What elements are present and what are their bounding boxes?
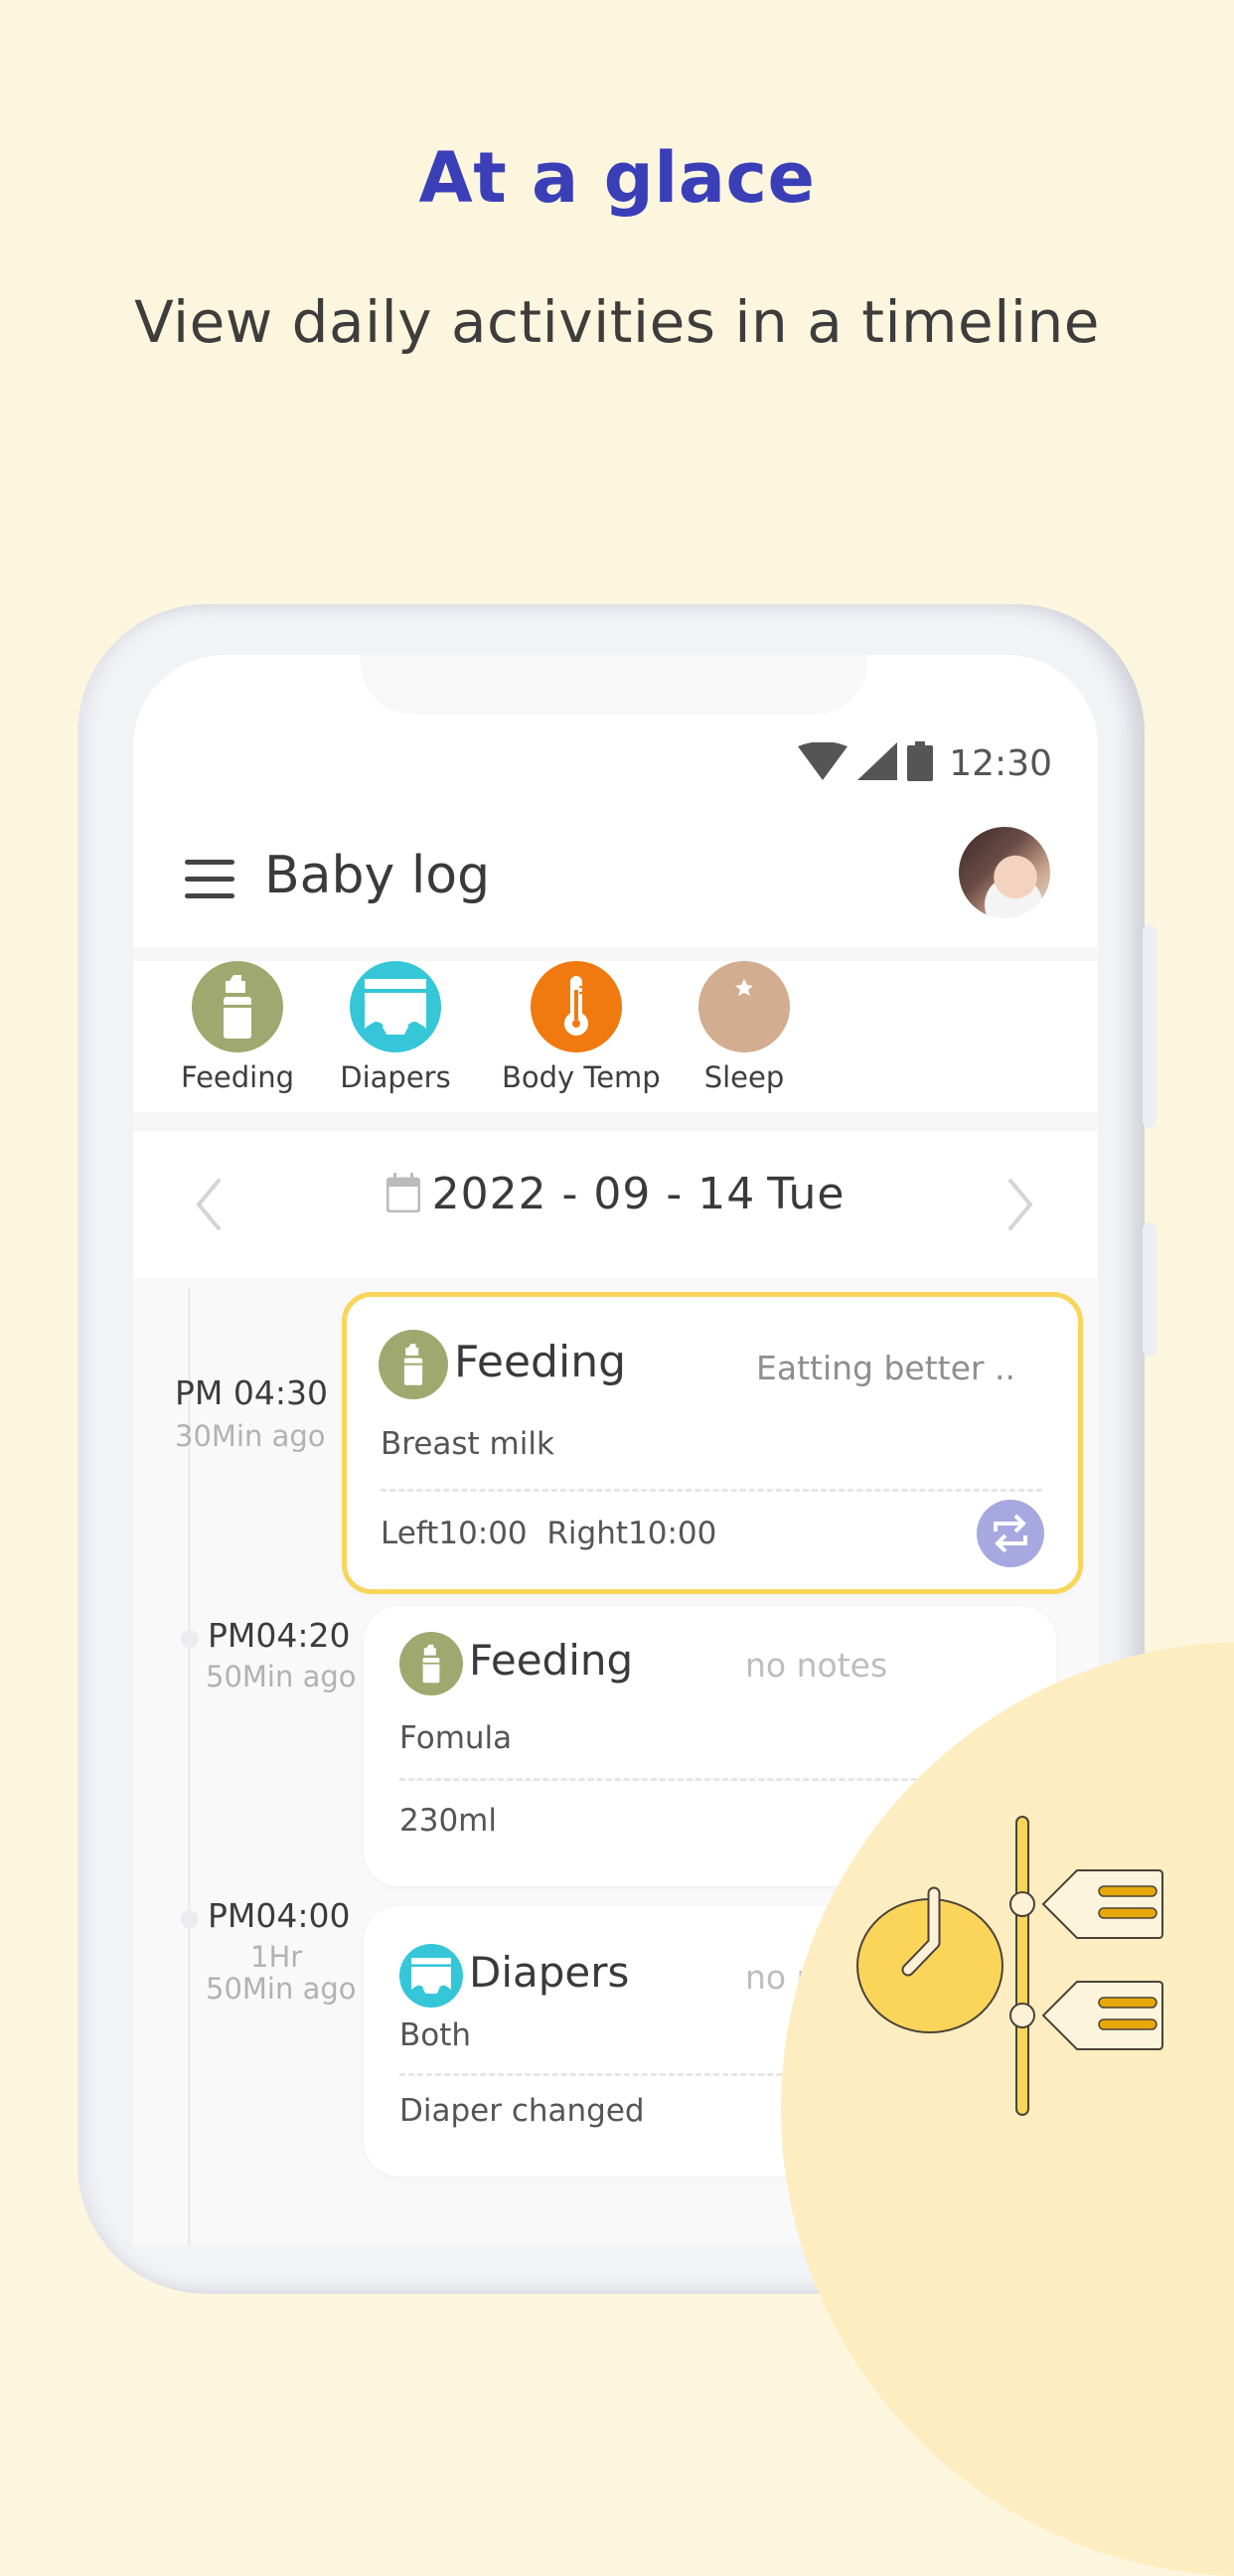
card-title: Feeding: [454, 1337, 627, 1387]
phone-side-button-volume: [1143, 924, 1157, 1128]
card-note: no notes: [745, 1646, 888, 1685]
phone-side-button-power: [1143, 1222, 1157, 1357]
avatar[interactable]: [959, 827, 1050, 918]
divider-band: [133, 947, 1098, 961]
entry-ago: 30Min ago: [175, 1419, 326, 1453]
timeline-clock-illustration: [845, 1799, 1182, 2127]
timeline-dot: [181, 1630, 199, 1648]
card-divider: [381, 1489, 1042, 1492]
category-diapers[interactable]: Diapers: [321, 961, 470, 1094]
entry-time: PM04:20: [208, 1616, 351, 1655]
battery-icon: [907, 741, 934, 785]
baby-bottle-icon: [379, 1330, 448, 1399]
card-detail: Breast milk: [381, 1426, 554, 1462]
category-label: Feeding: [180, 1060, 295, 1094]
category-row: Feeding Diapers Body Temp Sleep: [133, 961, 1098, 1110]
card-summary: Left10:00 Right10:00: [381, 1516, 717, 1551]
calendar-icon: [386, 1172, 421, 1216]
card-summary: Diaper changed: [399, 2093, 645, 2129]
card-note: Eatting better ..: [756, 1349, 1015, 1387]
entry-time: PM 04:30: [175, 1373, 328, 1412]
date-text: 2022 - 09 - 14: [431, 1169, 756, 1219]
promo-subheadline: View daily activities in a timeline: [134, 288, 1100, 356]
timeline-card-feeding-highlighted[interactable]: Feeding Eatting better .. Breast milk Le…: [342, 1292, 1083, 1594]
status-time: 12:30: [949, 742, 1052, 784]
date-display[interactable]: 2022 - 09 - 14 Tue: [133, 1169, 1098, 1219]
card-title: Feeding: [469, 1636, 634, 1685]
swap-arrows-icon[interactable]: [977, 1500, 1044, 1567]
card-title: Diapers: [469, 1948, 630, 1997]
entry-time: PM04:00: [208, 1896, 351, 1935]
signal-icon: [857, 742, 898, 784]
phone-notch: [361, 655, 867, 715]
diaper-icon: [350, 961, 441, 1052]
category-label: Sleep: [703, 1060, 785, 1094]
app-bar: Baby log: [133, 822, 1098, 941]
weekday-text: Tue: [767, 1169, 846, 1219]
entry-ago-line1: 1Hr: [250, 1940, 303, 1974]
category-label: Body Temp: [502, 1060, 661, 1094]
hamburger-menu-icon[interactable]: [185, 860, 234, 899]
diaper-icon: [399, 1944, 463, 2008]
baby-bottle-icon: [192, 961, 283, 1052]
category-body-temp[interactable]: Body Temp: [502, 961, 661, 1094]
wifi-icon: [798, 741, 848, 784]
category-feeding[interactable]: Feeding: [163, 961, 312, 1094]
app-title: Baby log: [264, 846, 491, 905]
category-label: Diapers: [340, 1060, 451, 1094]
card-summary: 230ml: [399, 1803, 497, 1839]
date-navigator: 2022 - 09 - 14 Tue: [133, 1131, 1098, 1270]
status-bar: 12:30: [798, 738, 1052, 788]
baby-bottle-icon: [399, 1632, 463, 1695]
card-detail: Both: [399, 2017, 472, 2053]
entry-ago: 50Min ago: [206, 1660, 357, 1693]
card-detail: Fomula: [399, 1720, 513, 1756]
category-sleep[interactable]: Sleep: [670, 961, 819, 1094]
entry-ago-line2: 50Min ago: [206, 1972, 357, 2006]
divider-band: [133, 1112, 1098, 1131]
chevron-right-icon[interactable]: [1001, 1175, 1040, 1234]
timeline-dot: [181, 1910, 199, 1928]
moon-star-icon: [698, 961, 790, 1052]
thermometer-icon: [531, 961, 622, 1052]
promo-headline: At a glace: [418, 137, 816, 219]
